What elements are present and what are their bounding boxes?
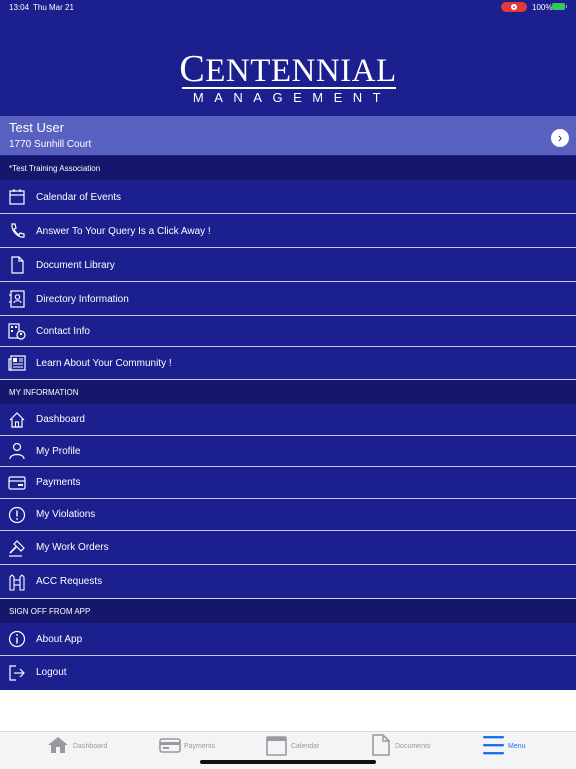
hamburger-menu-icon xyxy=(483,736,504,755)
menu-item-my-work-orders[interactable]: My Work Orders xyxy=(0,531,576,565)
menu-item-payments[interactable]: Payments xyxy=(0,467,576,499)
tab-documents[interactable]: Documents xyxy=(372,732,452,762)
hammer-icon xyxy=(9,540,25,557)
menu-item-calendar-of-events[interactable]: Calendar of Events xyxy=(0,180,576,214)
menu-item-answer-query[interactable]: Answer To Your Query Is a Click Away ! xyxy=(0,214,576,248)
menu-item-label: Document Library xyxy=(36,260,115,271)
menu-item-logout[interactable]: Logout xyxy=(0,656,576,690)
section-title: SIGN OFF FROM APP xyxy=(9,607,91,616)
tab-label: Payments xyxy=(184,743,216,750)
fence-icon xyxy=(9,574,25,591)
newspaper-icon xyxy=(8,355,26,371)
menu-item-acc-requests[interactable]: ACC Requests xyxy=(0,565,576,599)
alert-circle-icon xyxy=(8,506,26,524)
menu-item-label: Answer To Your Query Is a Click Away ! xyxy=(36,226,211,237)
user-name: Test User xyxy=(9,120,64,135)
building-contact-icon xyxy=(8,323,26,340)
status-bar: 13:04 Thu Mar 21 100% xyxy=(0,0,576,14)
logo-divider xyxy=(182,87,396,89)
user-profile-bar[interactable]: Test User 1770 Sunhill Court › xyxy=(0,116,576,155)
contact-card-icon xyxy=(9,290,25,308)
menu-item-label: Dashboard xyxy=(36,414,85,425)
calendar-icon xyxy=(266,736,287,756)
association-header: *Test Training Association xyxy=(0,156,576,180)
menu-item-contact-info[interactable]: Contact Info xyxy=(0,316,576,347)
tab-label: Dashboard xyxy=(73,743,108,750)
my-information-header: MY INFORMATION xyxy=(0,380,576,404)
menu-item-label: My Violations xyxy=(36,509,96,520)
menu-item-my-profile[interactable]: My Profile xyxy=(0,436,576,467)
menu-item-label: Logout xyxy=(36,667,67,678)
menu-item-label: Payments xyxy=(36,477,81,488)
sign-off-header: SIGN OFF FROM APP xyxy=(0,599,576,623)
menu-item-document-library[interactable]: Document Library xyxy=(0,248,576,282)
document-icon xyxy=(372,734,390,756)
status-time: 13:04 xyxy=(9,3,30,12)
association-name: *Test Training Association xyxy=(9,164,101,173)
menu-item-label: Calendar of Events xyxy=(36,192,122,203)
payment-card-icon xyxy=(8,476,26,490)
battery-icon xyxy=(552,3,567,10)
tab-label: Calendar xyxy=(291,743,320,750)
battery-percent: 100% xyxy=(532,3,553,12)
menu-item-learn-community[interactable]: Learn About Your Community ! xyxy=(0,347,576,380)
logo-line1: CENTENNIAL xyxy=(179,48,397,90)
person-icon xyxy=(9,442,25,460)
home-icon xyxy=(9,412,25,428)
menu-item-label: About App xyxy=(36,634,83,645)
screen-recording-icon xyxy=(501,2,527,12)
company-logo: CENTENNIAL MANAGEMENT xyxy=(176,48,400,108)
status-date: Thu Mar 21 xyxy=(33,3,74,12)
tab-calendar[interactable]: Calendar xyxy=(266,732,346,762)
section-title: MY INFORMATION xyxy=(9,388,79,397)
user-address: 1770 Sunhill Court xyxy=(9,139,92,150)
menu-item-directory-information[interactable]: Directory Information xyxy=(0,282,576,316)
tab-label: Menu xyxy=(508,743,526,750)
tab-menu[interactable]: Menu xyxy=(482,732,542,762)
menu-item-label: My Profile xyxy=(36,446,81,457)
menu-item-label: ACC Requests xyxy=(36,576,103,587)
menu-item-label: Contact Info xyxy=(36,326,90,337)
menu-item-label: Learn About Your Community ! xyxy=(36,358,172,369)
calendar-icon xyxy=(9,189,25,205)
info-icon xyxy=(8,630,26,648)
menu-item-label: Directory Information xyxy=(36,294,129,305)
tab-label: Documents xyxy=(395,743,431,750)
app-screen: 13:04 Thu Mar 21 100% CENTENNIAL MANAGEM… xyxy=(0,0,576,690)
tab-dashboard[interactable]: Dashboard xyxy=(47,732,127,762)
home-indicator[interactable] xyxy=(200,760,376,764)
document-icon xyxy=(11,256,24,274)
chevron-right-icon[interactable]: › xyxy=(551,129,569,147)
menu-item-about-app[interactable]: About App xyxy=(0,623,576,656)
payment-card-icon xyxy=(159,738,181,753)
logo-line2: MANAGEMENT xyxy=(192,90,392,105)
menu-item-my-violations[interactable]: My Violations xyxy=(0,499,576,531)
menu-item-dashboard[interactable]: Dashboard xyxy=(0,404,576,436)
phone-icon xyxy=(11,223,25,238)
tab-payments[interactable]: Payments xyxy=(159,732,239,762)
home-icon xyxy=(48,737,68,753)
logout-icon xyxy=(9,665,25,681)
menu-item-label: My Work Orders xyxy=(36,542,109,553)
